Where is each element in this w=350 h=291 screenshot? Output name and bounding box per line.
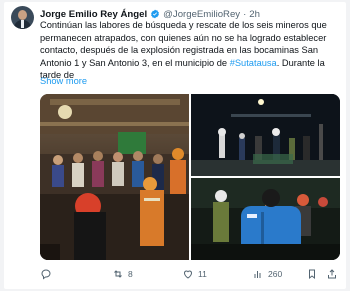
photo-rescue-team-image	[191, 178, 340, 260]
views-action[interactable]: 260	[252, 268, 282, 280]
separator-dot: ·	[243, 8, 247, 20]
retweet-icon	[114, 270, 122, 278]
views-icon	[254, 271, 261, 278]
verified-badge-icon	[151, 9, 160, 19]
author-handle[interactable]: @JorgeEmilioRey	[163, 9, 240, 20]
like-action[interactable]: 11	[182, 268, 207, 280]
bookmark-action[interactable]	[306, 268, 318, 280]
like-count: 11	[198, 269, 207, 279]
hashtag-link[interactable]: #Sutatausa	[230, 58, 277, 68]
media-grid	[40, 94, 340, 260]
reply-icon	[41, 269, 51, 280]
bookmark-icon	[309, 269, 315, 280]
avatar[interactable]	[11, 6, 34, 29]
like-icon	[183, 270, 193, 279]
action-bar: 8 11 260	[40, 268, 340, 282]
photo-mine-night[interactable]	[191, 94, 340, 176]
show-more-link[interactable]: Show more	[40, 76, 87, 86]
share-icon	[328, 269, 336, 279]
photo-rescue-briefing[interactable]	[40, 94, 189, 260]
tweet-time[interactable]: 2h	[249, 9, 260, 20]
views-count: 260	[268, 269, 283, 279]
author-name[interactable]: Jorge Emilio Rey Ángel	[40, 9, 147, 20]
photo-mine-night-image	[191, 94, 340, 176]
tweet-text: Continúan las labores de búsqueda y resc…	[40, 19, 340, 82]
avatar-shirt	[21, 20, 24, 28]
tweet-card[interactable]: Jorge Emilio Rey Ángel @JorgeEmilioRey ·…	[4, 2, 346, 289]
photo-rescue-team[interactable]	[191, 178, 340, 260]
retweet-count: 8	[128, 269, 133, 279]
share-action[interactable]	[326, 268, 338, 280]
retweet-action[interactable]: 8	[112, 268, 133, 280]
photo-rescue-briefing-image	[40, 94, 189, 260]
avatar-face	[18, 10, 27, 20]
reply-action[interactable]	[40, 268, 56, 280]
